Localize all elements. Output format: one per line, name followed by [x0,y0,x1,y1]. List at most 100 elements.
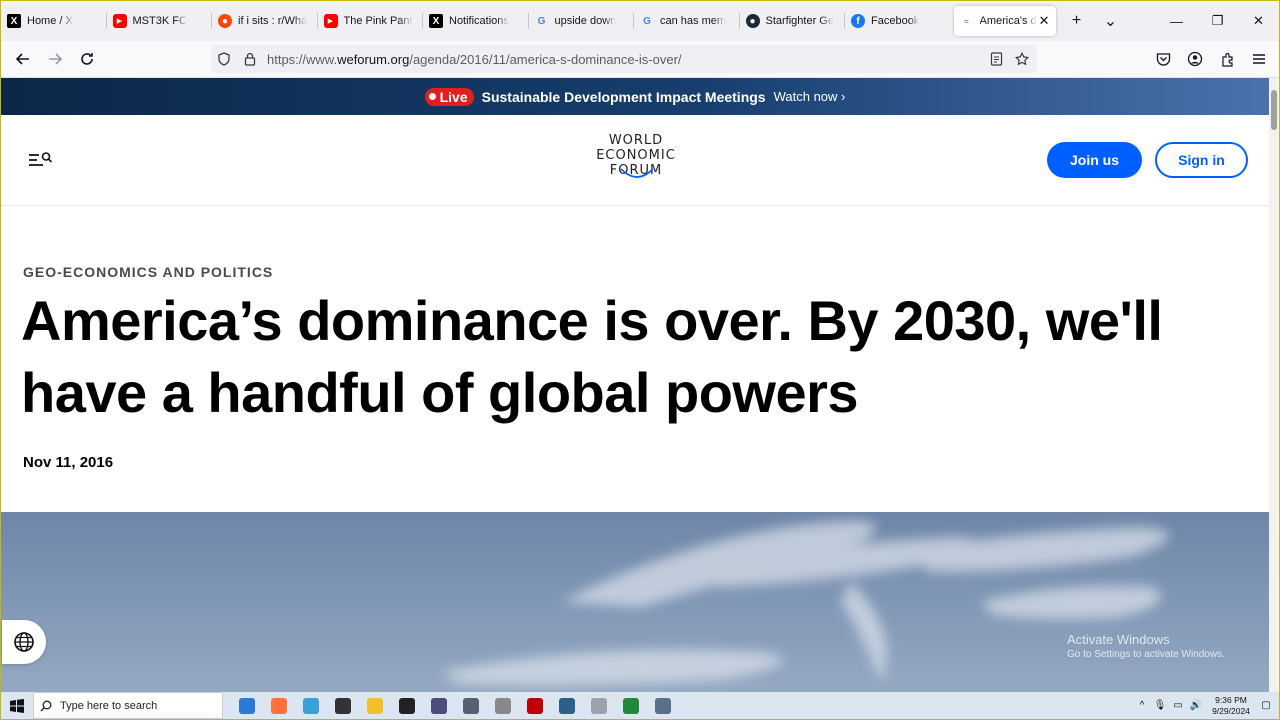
reader-view-icon[interactable] [983,52,1009,66]
tracking-protection-icon[interactable] [211,52,237,66]
tab-4[interactable]: X Notifications [423,6,528,36]
app-glyph [239,697,255,714]
taskbar-app-11-icon[interactable] [583,692,615,719]
tab-7[interactable]: ● Starfighter Ge [740,6,845,36]
clock-time: 9:36 PM [1215,694,1247,705]
address-bar[interactable]: https://www.weforum.org/agenda/2016/11/a… [211,45,1037,73]
taskbar-app-12-icon[interactable] [615,692,647,719]
minimize-button[interactable]: — [1156,1,1197,41]
app-glyph [335,697,351,714]
tab-8[interactable]: f Facebook [845,6,950,36]
url-domain: weforum.org [337,51,410,67]
live-event-title: Sustainable Development Impact Meetings [481,88,766,105]
taskbar-app-7-icon[interactable] [455,692,487,719]
back-button[interactable] [7,43,39,75]
new-tab-button[interactable]: + [1060,6,1094,36]
bookmark-star-icon[interactable] [1009,52,1035,66]
tab-label: Starfighter Ge [765,15,834,27]
app-glyph [367,697,383,714]
tab-strip: X Home / X ▶ MST3K FC ● if i sits : r/Wha ▶ The… [1,1,1279,41]
join-us-button[interactable]: Join us [1047,142,1142,178]
tab-1[interactable]: ▶ MST3K FC [107,6,212,36]
web-page: Live Sustainable Development Impact Meet… [1,78,1269,694]
taskbar-app-0-icon[interactable] [231,692,263,719]
taskbar-app-9-icon[interactable] [519,692,551,719]
tab-label: MST3K FC [132,15,187,27]
microphone-icon[interactable]: 🎙 [1152,700,1168,711]
tab-0[interactable]: X Home / X [1,6,106,36]
tab-label: The Pink Pant [343,15,413,27]
app-glyph [623,697,639,714]
navigation-toolbar: https://www.weforum.org/agenda/2016/11/a… [1,41,1279,78]
reddit-icon: ● [218,14,232,28]
taskbar-clock[interactable]: 9:36 PM 9/29/2024 [1205,695,1257,717]
forward-button[interactable] [39,43,71,75]
taskbar-app-2-icon[interactable] [295,692,327,719]
youtube-icon: ▶ [323,14,338,28]
close-tab-icon[interactable]: ✕ [1039,13,1050,29]
taskbar-app-10-icon[interactable] [551,692,583,719]
maximize-button[interactable]: ❐ [1197,1,1238,41]
tray-chevron-icon[interactable]: ^ [1134,700,1150,711]
facebook-icon: f [851,14,865,28]
forward-arrow-icon [49,53,63,65]
back-arrow-icon [15,53,29,65]
hero-image [1,512,1269,694]
taskbar-app-6-icon[interactable] [423,692,455,719]
live-label: Live [439,88,468,105]
start-button[interactable] [1,692,33,719]
pocket-icon[interactable] [1147,43,1179,75]
article-headline: America’s dominance is over. By 2030, we… [21,289,1163,424]
notifications-icon[interactable]: ▢ [1258,700,1274,711]
search-icon [40,700,52,711]
app-glyph [527,697,543,714]
tab-active[interactable]: ≈ America's d ✕ [953,6,1056,36]
page-scrollbar[interactable] [1269,78,1278,694]
app-glyph [559,697,575,714]
app-glyph [271,697,287,714]
account-icon[interactable] [1179,43,1211,75]
taskbar-app-4-icon[interactable] [359,692,391,719]
watch-now-link[interactable]: Watch now › [774,89,846,104]
menu-search-icon[interactable] [27,149,55,171]
app-glyph [463,697,479,714]
menu-hamburger-icon[interactable] [1243,43,1275,75]
extensions-icon[interactable] [1211,43,1243,75]
lock-icon[interactable] [237,52,263,66]
live-badge: Live [424,87,474,106]
scrollbar-thumb[interactable] [1271,90,1277,130]
taskbar-app-3-icon[interactable] [327,692,359,719]
taskbar-app-5-icon[interactable] [391,692,423,719]
app-glyph [399,697,415,714]
language-globe-button[interactable] [2,620,46,664]
wef-logo[interactable]: WORLD ECONOMIC FORUM [589,133,683,178]
wef-favicon-icon: ≈ [964,16,969,26]
taskbar-search[interactable]: Type here to search [33,692,223,719]
taskbar-app-8-icon[interactable] [487,692,519,719]
taskbar-app-1-icon[interactable] [263,692,295,719]
app-glyph [655,697,671,714]
activate-title: Activate Windows [1067,632,1170,647]
reload-button[interactable] [71,43,103,75]
app-glyph [303,697,319,714]
clock-date: 9/29/2024 [1212,705,1250,716]
steam-icon: ● [745,14,760,28]
google-icon: G [643,15,651,27]
volume-icon[interactable]: 🔊 [1188,700,1204,711]
sign-in-button[interactable]: Sign in [1155,142,1248,178]
live-banner[interactable]: Live Sustainable Development Impact Meet… [1,78,1269,115]
tab-5[interactable]: Gupside down [529,6,634,36]
tab-list-button[interactable]: ⌄ [1094,6,1128,36]
search-placeholder: Type here to search [60,699,158,712]
taskbar-app-13-icon[interactable] [647,692,679,719]
article-category[interactable]: GEO-ECONOMICS AND POLITICS [23,264,273,280]
close-window-button[interactable]: ✕ [1238,1,1279,41]
sky-clouds-image [441,521,1169,686]
tab-2[interactable]: ● if i sits : r/Wha [212,6,317,36]
logo-arc-icon [620,168,654,178]
site-header: WORLD ECONOMIC FORUM Join us Sign in [1,115,1269,206]
network-icon[interactable]: ▭ [1170,700,1186,711]
reload-icon [81,53,93,65]
tab-6[interactable]: Gcan has mem [634,6,739,36]
tab-3[interactable]: ▶ The Pink Pant [318,6,423,36]
